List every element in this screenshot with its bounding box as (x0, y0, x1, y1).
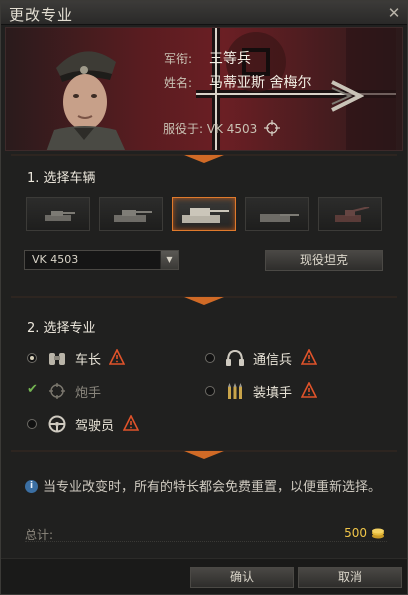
total-value: 500 (344, 526, 367, 540)
crew-portrait-icon (46, 51, 126, 150)
crosshair-icon (49, 383, 65, 399)
radio-radio-operator[interactable] (205, 353, 215, 363)
warning-icon (301, 349, 317, 365)
name-value: 马蒂亚斯 舍梅尔 (209, 75, 312, 91)
divider (11, 154, 397, 163)
notice-text: 当专业改变时，所有的特长都会免费重置，以便重新选择。 (43, 480, 382, 495)
tank-spg-icon (335, 207, 370, 222)
warning-icon (301, 382, 317, 398)
crew-header: 军衔: 三等兵 姓名: 马蒂亚斯 舍梅尔 服役于: VK 4503 (5, 27, 403, 151)
tank-tile-heavy-selected[interactable] (172, 197, 236, 231)
warning-icon (123, 415, 139, 431)
rank-chevron-icon (331, 80, 364, 112)
role-label-commander: 车长 (75, 353, 102, 368)
total-row: 总计: 500 (25, 526, 387, 542)
window-title: 更改专业 (9, 6, 74, 24)
serving-vehicle-label: 服役于: VK 4503 (163, 122, 258, 136)
crosshair-icon (264, 120, 280, 136)
radio-commander[interactable] (27, 353, 37, 363)
check-icon: ✔ (27, 382, 38, 397)
divider (11, 450, 397, 459)
current-tank-button[interactable]: 现役坦克 (265, 250, 383, 271)
rank-label: 军衔: (164, 52, 193, 66)
role-option-radio-operator[interactable]: 通信兵 (205, 349, 345, 369)
chevron-down-icon[interactable]: ▼ (160, 251, 178, 269)
change-specialization-window: 更改专业 ✕ 军衔: 三等兵 姓名: 马蒂亚斯 舍梅尔 服役于: VK 4503… (0, 0, 408, 595)
role-option-gunner[interactable]: ✔ 炮手 (27, 382, 167, 402)
tank-tile-spg[interactable] (318, 197, 382, 231)
shells-icon (228, 383, 242, 399)
vehicle-dropdown[interactable]: VK 4503 ▼ (24, 250, 179, 270)
role-label-gunner: 炮手 (75, 386, 102, 401)
tank-tile-light[interactable] (26, 197, 90, 231)
tank-light-icon (45, 211, 75, 221)
divider (11, 296, 397, 305)
role-option-driver[interactable]: 驾驶员 (27, 415, 177, 435)
headphones-icon (226, 349, 244, 366)
steering-wheel-icon (48, 415, 66, 433)
role-label-loader: 装填手 (253, 386, 293, 401)
binoculars-icon (49, 353, 65, 365)
close-icon: ✕ (387, 4, 401, 22)
tank-medium-icon (114, 210, 152, 222)
tank-heavy-icon (182, 208, 229, 223)
radio-driver[interactable] (27, 419, 37, 429)
name-label: 姓名: (164, 76, 193, 90)
section-select-role-title: 2. 选择专业 (27, 321, 96, 336)
confirm-button[interactable]: 确认 (190, 567, 294, 588)
role-option-commander[interactable]: 车长 (27, 349, 167, 369)
gold-coins-icon (372, 528, 384, 539)
tank-destroyer-icon (260, 214, 299, 222)
tank-tile-medium[interactable] (99, 197, 163, 231)
radio-loader[interactable] (205, 386, 215, 396)
vehicle-dropdown-value: VK 4503 (32, 253, 79, 266)
total-label: 总计: (25, 528, 54, 542)
title-bar[interactable]: 更改专业 ✕ (1, 1, 407, 25)
role-label-driver: 驾驶员 (75, 419, 115, 434)
section-select-vehicle-title: 1. 选择车辆 (27, 171, 96, 186)
close-button[interactable]: ✕ (385, 4, 403, 22)
warning-icon (109, 349, 125, 365)
rank-value: 三等兵 (209, 51, 251, 67)
tank-tile-destroyer[interactable] (245, 197, 309, 231)
role-option-loader[interactable]: 装填手 (205, 382, 345, 402)
info-icon: i (25, 480, 38, 493)
cancel-button[interactable]: 取消 (298, 567, 402, 588)
role-label-radio-operator: 通信兵 (253, 353, 293, 368)
